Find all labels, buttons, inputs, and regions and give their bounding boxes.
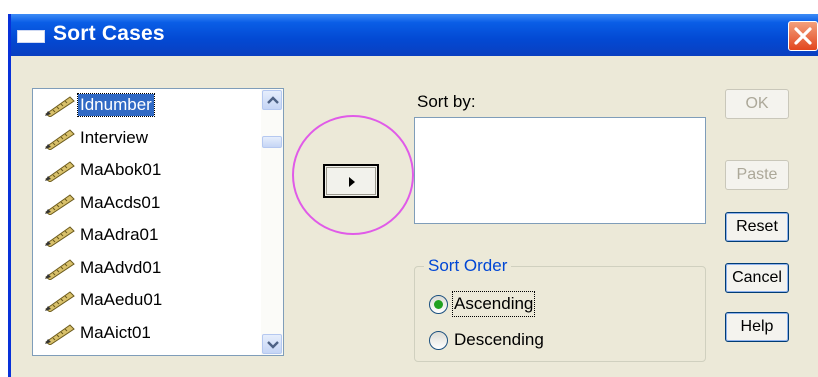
sort-cases-dialog: Sort Cases Idnumber Interview MaAbok01 MaAc… bbox=[8, 14, 818, 377]
variable-label: MaAict01 bbox=[80, 322, 151, 342]
cancel-button[interactable]: Cancel bbox=[725, 263, 789, 293]
dialog-body: Idnumber Interview MaAbok01 MaAcds01 MaAdra0… bbox=[11, 56, 818, 377]
variable-list-item[interactable]: Idnumber bbox=[43, 93, 253, 117]
window-title: Sort Cases bbox=[53, 22, 165, 45]
scroll-down-button[interactable] bbox=[262, 334, 282, 354]
highlight-circle bbox=[292, 115, 414, 235]
chevron-up-icon bbox=[267, 96, 279, 104]
ruler-pencil-icon bbox=[45, 96, 75, 117]
variable-label: MaAedu01 bbox=[80, 290, 163, 309]
ruler-pencil-icon bbox=[45, 258, 75, 280]
ascending-label[interactable]: Ascending bbox=[451, 291, 536, 317]
variable-list-item[interactable]: MaAcds01 bbox=[43, 191, 253, 215]
close-button[interactable] bbox=[788, 21, 818, 51]
radio-selected-dot bbox=[434, 300, 443, 309]
variable-label: MaAbok01 bbox=[80, 160, 162, 179]
ruler-pencil-icon bbox=[45, 226, 75, 247]
ruler-pencil-icon bbox=[45, 323, 75, 345]
variable-list-item[interactable]: Interview bbox=[43, 126, 253, 150]
sort-by-list[interactable] bbox=[414, 117, 706, 224]
descending-label[interactable]: Descending bbox=[453, 328, 545, 352]
variable-list-item[interactable]: MaAdra01 bbox=[43, 223, 253, 247]
variable-list[interactable]: Idnumber Interview MaAbok01 MaAcds01 MaAdra0… bbox=[32, 88, 284, 356]
radio-button[interactable] bbox=[429, 295, 448, 314]
scroll-up-button[interactable] bbox=[262, 90, 282, 110]
sort-by-label: Sort by: bbox=[417, 92, 476, 111]
ruler-pencil-icon bbox=[45, 128, 75, 150]
ruler-pencil-icon bbox=[45, 161, 75, 182]
variable-list-item[interactable]: MaAdvd01 bbox=[43, 256, 253, 280]
reset-button[interactable]: Reset bbox=[725, 212, 789, 242]
variable-label: MaAdvd01 bbox=[80, 257, 162, 277]
title-bar[interactable]: Sort Cases bbox=[11, 14, 818, 56]
variable-label: MaAdra01 bbox=[80, 225, 159, 244]
scroll-thumb[interactable] bbox=[262, 136, 282, 148]
radio-button[interactable] bbox=[429, 331, 448, 350]
variable-list-scrollbar[interactable] bbox=[261, 89, 283, 355]
variable-label: MaAcds01 bbox=[80, 192, 161, 212]
sort-order-label: Sort Order bbox=[424, 256, 512, 276]
ok-button[interactable]: OK bbox=[725, 89, 789, 119]
help-button[interactable]: Help bbox=[725, 312, 789, 342]
variable-list-item[interactable]: MaAbok01 bbox=[43, 158, 253, 182]
ruler-pencil-icon bbox=[45, 291, 75, 312]
variable-label: Idnumber bbox=[77, 93, 155, 117]
variable-list-item[interactable]: MaAedu01 bbox=[43, 288, 253, 312]
variable-label: Interview bbox=[80, 127, 149, 147]
window-icon bbox=[17, 30, 45, 43]
close-icon bbox=[794, 27, 812, 45]
ruler-pencil-icon bbox=[45, 193, 75, 215]
paste-button[interactable]: Paste bbox=[725, 160, 789, 190]
variable-list-item[interactable]: MaAict01 bbox=[43, 321, 253, 345]
chevron-down-icon bbox=[267, 341, 279, 349]
